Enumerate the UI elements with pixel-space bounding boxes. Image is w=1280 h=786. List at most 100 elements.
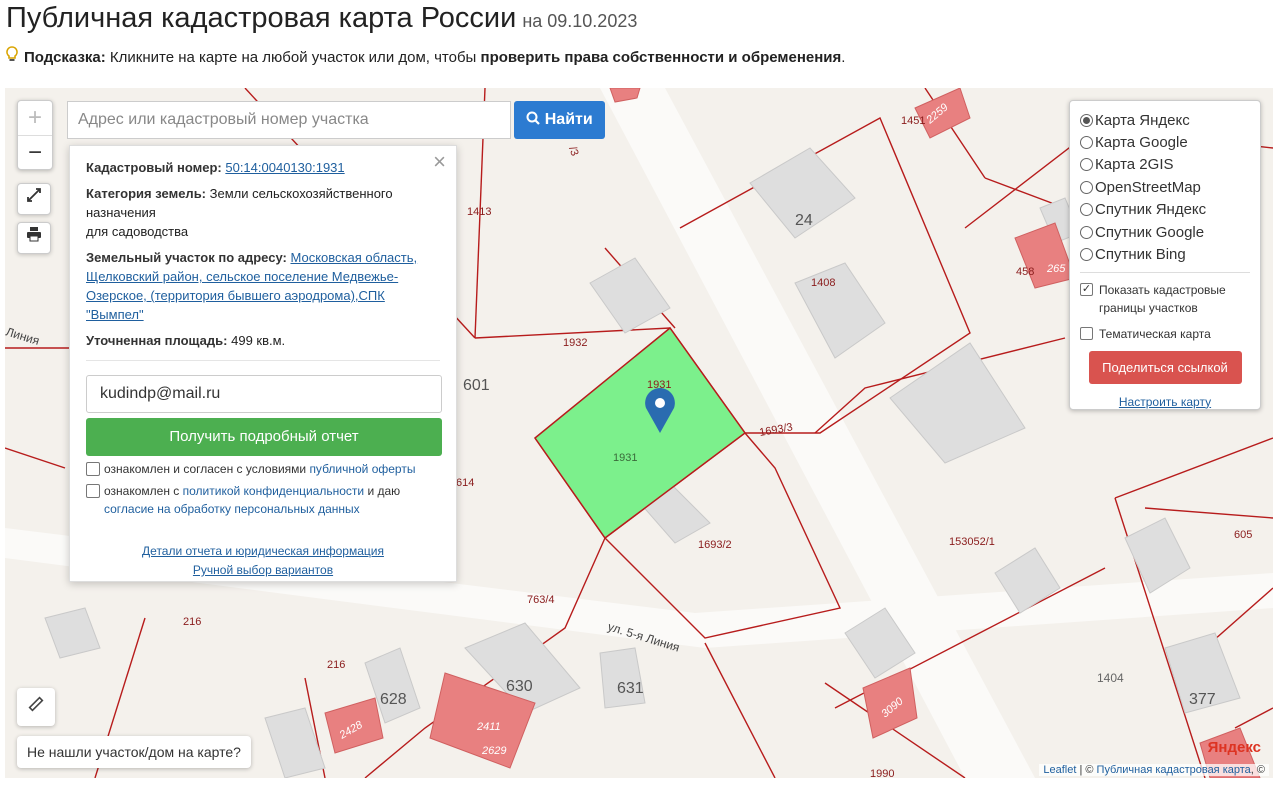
- offer-checkbox[interactable]: [86, 462, 100, 476]
- label-216a: 216: [183, 616, 201, 628]
- layer-label: Спутник Bing: [1095, 246, 1186, 264]
- privacy-policy-link[interactable]: политикой конфиденциальности: [183, 484, 364, 498]
- label-630: 630: [506, 678, 533, 695]
- printer-icon: [26, 227, 42, 246]
- checkbox[interactable]: [1080, 326, 1093, 340]
- label-3: /3: [566, 145, 580, 158]
- hint-bold: проверить права собственности и обремене…: [480, 49, 842, 66]
- consent-offer-text: ознакомлен и согласен с условиями публич…: [104, 460, 415, 478]
- label-1451: 1451: [901, 115, 925, 127]
- label-763-4: 763/4: [527, 594, 555, 606]
- cadastral-label: Кадастровый номер:: [86, 160, 222, 175]
- layer-option-google[interactable]: Карта Google: [1080, 131, 1250, 153]
- consent-privacy-text: ознакомлен с политикой конфиденциальност…: [104, 482, 440, 518]
- address-row: Земельный участок по адресу: Московская …: [86, 248, 440, 324]
- label-628: 628: [380, 691, 407, 708]
- search-input[interactable]: [67, 101, 511, 139]
- pkk-link[interactable]: Публичная кадастровая карта: [1097, 764, 1251, 776]
- layer-label: Карта Google: [1095, 134, 1188, 152]
- attribution: Leaflet | © Публичная кадастровая карта,…: [1039, 764, 1269, 776]
- not-found-button[interactable]: Не нашли участок/дом на карте?: [17, 736, 251, 768]
- label-153052-1: 153052/1: [949, 536, 995, 548]
- layer-label: Карта Яндекс: [1095, 111, 1190, 129]
- label-216b: 216: [327, 659, 345, 671]
- privacy-checkbox[interactable]: [86, 484, 100, 498]
- show-borders-toggle[interactable]: ✓ Показать кадастровые границы участков: [1080, 281, 1250, 317]
- label-2411: 2411: [476, 721, 501, 733]
- cadastral-number-link[interactable]: 50:14:0040130:1931: [225, 160, 344, 175]
- category-label: Категория земель:: [86, 186, 207, 201]
- selected-parcel[interactable]: [533, 326, 747, 540]
- label-631: 631: [617, 680, 644, 697]
- checkbox-checked[interactable]: ✓: [1080, 282, 1093, 296]
- manual-selection-link[interactable]: Ручной выбор вариантов: [86, 561, 440, 580]
- cadastral-row: Кадастровый номер: 50:14:0040130:1931: [86, 158, 440, 177]
- address-label: Земельный участок по адресу:: [86, 250, 287, 265]
- close-icon[interactable]: ×: [433, 151, 446, 173]
- label-1931: 1931: [613, 452, 637, 464]
- label-265: 265: [1046, 263, 1066, 275]
- fullscreen-button[interactable]: [17, 183, 51, 215]
- layer-option-sat-yandex[interactable]: Спутник Яндекс: [1080, 199, 1250, 221]
- consent-privacy[interactable]: ознакомлен с политикой конфиденциальност…: [86, 482, 440, 518]
- search-button-label: Найти: [544, 111, 593, 128]
- label-2629: 2629: [481, 745, 506, 757]
- radio[interactable]: [1080, 225, 1093, 239]
- layer-label: Карта 2GIS: [1095, 156, 1174, 174]
- leaflet-link[interactable]: Leaflet: [1043, 764, 1076, 776]
- street-label-left: Линия: [5, 324, 41, 347]
- search-button[interactable]: Найти: [514, 101, 605, 139]
- title-text: Публичная кадастровая карта России: [6, 2, 517, 34]
- radio[interactable]: [1080, 136, 1093, 150]
- label-1932: 1932: [563, 337, 587, 349]
- map-canvas[interactable]: 1931 1931 1932 1413 1408 1693/3 1693/2 1…: [5, 88, 1273, 778]
- layer-label: OpenStreetMap: [1095, 178, 1201, 196]
- label-1693-2: 1693/2: [698, 539, 732, 551]
- offer-link[interactable]: публичной оферты: [309, 462, 415, 476]
- category-row: Категория земель: Земли сельскохозяйстве…: [86, 184, 440, 241]
- category-use: для садоводства: [86, 224, 189, 239]
- radio[interactable]: [1080, 180, 1093, 194]
- consent-offer[interactable]: ознакомлен и согласен с условиями публич…: [86, 460, 440, 478]
- label-1408: 1408: [811, 277, 835, 289]
- print-button[interactable]: [17, 222, 51, 254]
- report-details-link[interactable]: Детали отчета и юридическая информация: [86, 542, 440, 561]
- page-header: Публичная кадастровая карта России на 09.…: [6, 0, 1276, 90]
- share-link-button[interactable]: Поделиться ссылкой: [1088, 350, 1242, 384]
- zoom-out-button[interactable]: −: [18, 136, 52, 171]
- radio[interactable]: [1080, 158, 1093, 172]
- layer-option-sat-bing[interactable]: Спутник Bing: [1080, 243, 1250, 265]
- radio-selected[interactable]: [1080, 113, 1093, 127]
- layer-option-osm[interactable]: OpenStreetMap: [1080, 176, 1250, 198]
- divider: [1080, 271, 1250, 273]
- area-row: Уточненная площадь: 499 кв.м.: [86, 331, 440, 350]
- radio[interactable]: [1080, 248, 1093, 262]
- consent2-mid: и даю: [364, 484, 401, 498]
- popup-links: Детали отчета и юридическая информация Р…: [86, 542, 440, 580]
- page-title: Публичная кадастровая карта России на 09.…: [6, 2, 637, 35]
- layer-label: Спутник Google: [1095, 223, 1205, 241]
- layer-option-yandex[interactable]: Карта Яндекс: [1080, 109, 1250, 131]
- email-field[interactable]: [86, 375, 442, 413]
- layer-option-2gis[interactable]: Карта 2GIS: [1080, 154, 1250, 176]
- ruler-icon: [27, 696, 45, 717]
- hint-line: Подсказка: Кликните на карте на любой уч…: [6, 46, 845, 66]
- area-label: Уточненная площадь:: [86, 333, 228, 348]
- personal-data-consent-link[interactable]: согласие на обработку персональных данны…: [104, 502, 360, 516]
- setup-map-link[interactable]: Настроить карту: [1080, 395, 1250, 409]
- consent2-text: ознакомлен с: [104, 484, 183, 498]
- thematic-label: Тематическая карта: [1099, 326, 1211, 341]
- divider: [86, 360, 440, 361]
- zoom-in-button[interactable]: +: [18, 101, 52, 136]
- get-report-button[interactable]: Получить подробный отчет: [86, 418, 442, 456]
- parcel-info-popup: × Кадастровый номер: 50:14:0040130:1931 …: [69, 145, 457, 582]
- layer-option-sat-google[interactable]: Спутник Google: [1080, 221, 1250, 243]
- area-value: 499 кв.м.: [231, 333, 286, 348]
- expand-icon: [26, 188, 42, 207]
- radio[interactable]: [1080, 203, 1093, 217]
- label-24: 24: [795, 212, 813, 229]
- ruler-button[interactable]: [17, 688, 55, 726]
- thematic-map-toggle[interactable]: Тематическая карта: [1080, 325, 1250, 343]
- attribution-end: , ©: [1250, 764, 1265, 776]
- label-601: 601: [463, 377, 490, 394]
